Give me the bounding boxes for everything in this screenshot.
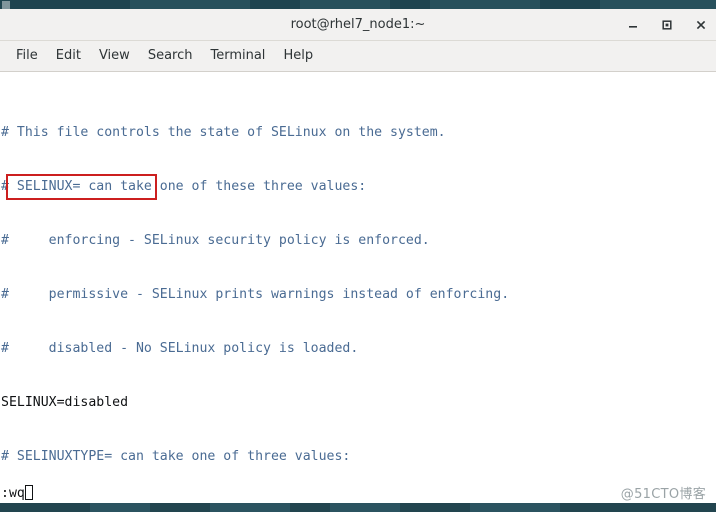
menu-item-file[interactable]: File <box>7 46 47 66</box>
window-controls <box>624 9 710 40</box>
vim-command-text: :wq <box>1 486 25 501</box>
minimize-icon[interactable] <box>624 16 642 34</box>
editor-text-area[interactable]: # This file controls the state of SELinu… <box>0 88 716 503</box>
watermark: @51CTO博客 <box>620 487 706 502</box>
desktop-bottom-strip <box>0 503 716 512</box>
editor-line: # SELINUXTYPE= can take one of three val… <box>1 449 351 464</box>
terminal-window: root@rhel7_node1:~ File Edit View Search… <box>0 0 716 512</box>
editor-line: # SELINUX= can take one of these three v… <box>1 179 367 194</box>
menu-item-terminal[interactable]: Terminal <box>201 46 274 66</box>
close-icon[interactable] <box>692 16 710 34</box>
desktop-top-strip <box>0 0 716 9</box>
vim-command-line[interactable]: :wq <box>0 485 716 503</box>
editor-line: # permissive - SELinux prints warnings i… <box>1 287 510 302</box>
editor-line-selinux-mode: SELINUX=disabled <box>1 395 129 410</box>
text-cursor <box>24 485 33 500</box>
menu-item-search[interactable]: Search <box>139 46 202 66</box>
editor-line: # This file controls the state of SELinu… <box>1 125 446 140</box>
editor-line: # disabled - No SELinux policy is loaded… <box>1 341 359 356</box>
terminal-screen[interactable]: # This file controls the state of SELinu… <box>0 72 716 503</box>
window-titlebar[interactable]: root@rhel7_node1:~ <box>0 9 716 41</box>
desktop-icon <box>2 1 10 9</box>
menu-item-help[interactable]: Help <box>274 46 322 66</box>
menu-item-edit[interactable]: Edit <box>47 46 90 66</box>
menu-bar: File Edit View Search Terminal Help <box>0 41 716 72</box>
maximize-icon[interactable] <box>658 16 676 34</box>
window-title: root@rhel7_node1:~ <box>290 17 426 32</box>
editor-line: # enforcing - SELinux security policy is… <box>1 233 430 248</box>
menu-item-view[interactable]: View <box>90 46 139 66</box>
